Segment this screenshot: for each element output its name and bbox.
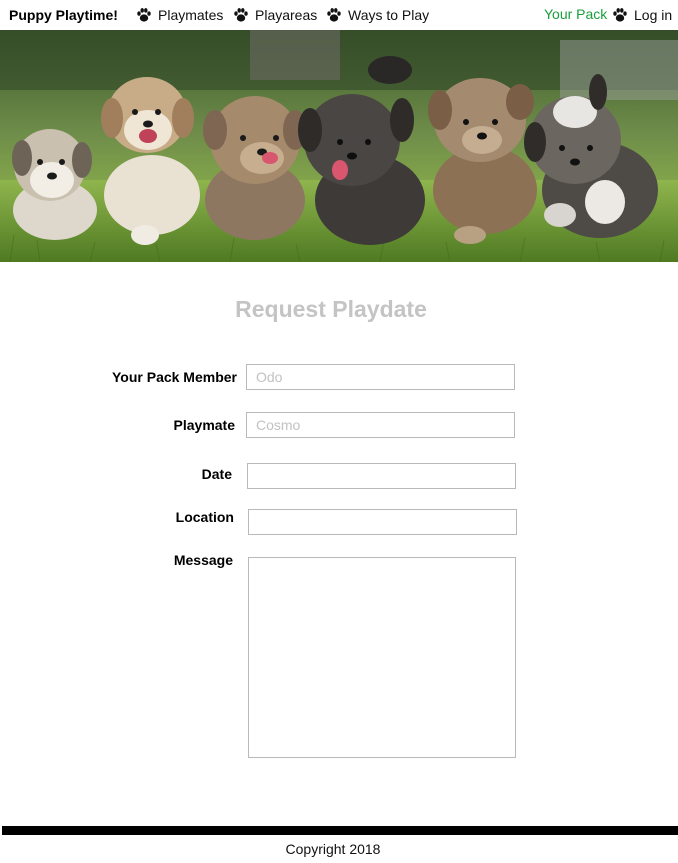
member-label: Your Pack Member — [111, 369, 237, 385]
copyright-text: Copyright 2018 — [285, 841, 381, 857]
nav-login[interactable]: Log in — [612, 6, 672, 24]
form-title: Request Playdate — [235, 296, 427, 322]
puppies-hero-image — [0, 30, 678, 262]
nav-login-label: Log in — [634, 7, 673, 23]
nav-item-label: Playareas — [255, 7, 318, 23]
hero-banner — [0, 30, 678, 262]
location-input[interactable] — [248, 509, 517, 535]
nav-item-label: Ways to Play — [348, 7, 430, 23]
paw-icon — [612, 7, 628, 23]
paw-icon — [136, 7, 152, 23]
location-label: Location — [175, 509, 234, 525]
date-label: Date — [201, 466, 232, 482]
top-nav: Puppy Playtime! Playmates Playareas Ways… — [0, 0, 678, 30]
message-textarea[interactable] — [248, 557, 516, 758]
pack-member-input[interactable] — [246, 364, 515, 390]
paw-icon — [326, 7, 342, 23]
nav-item-ways-to-play[interactable]: Ways to Play — [326, 6, 429, 24]
nav-item-playmates[interactable]: Playmates — [136, 6, 223, 24]
message-label: Message — [173, 552, 233, 568]
footer-divider — [2, 826, 678, 835]
date-input[interactable] — [247, 463, 516, 489]
nav-item-label: Playmates — [158, 7, 224, 23]
site-brand[interactable]: Puppy Playtime! — [9, 7, 118, 23]
paw-icon — [233, 7, 249, 23]
playmate-label: Playmate — [173, 417, 235, 433]
nav-your-pack-link[interactable]: Your Pack — [544, 6, 607, 22]
nav-item-playareas[interactable]: Playareas — [233, 6, 317, 24]
playmate-input[interactable] — [246, 412, 515, 438]
